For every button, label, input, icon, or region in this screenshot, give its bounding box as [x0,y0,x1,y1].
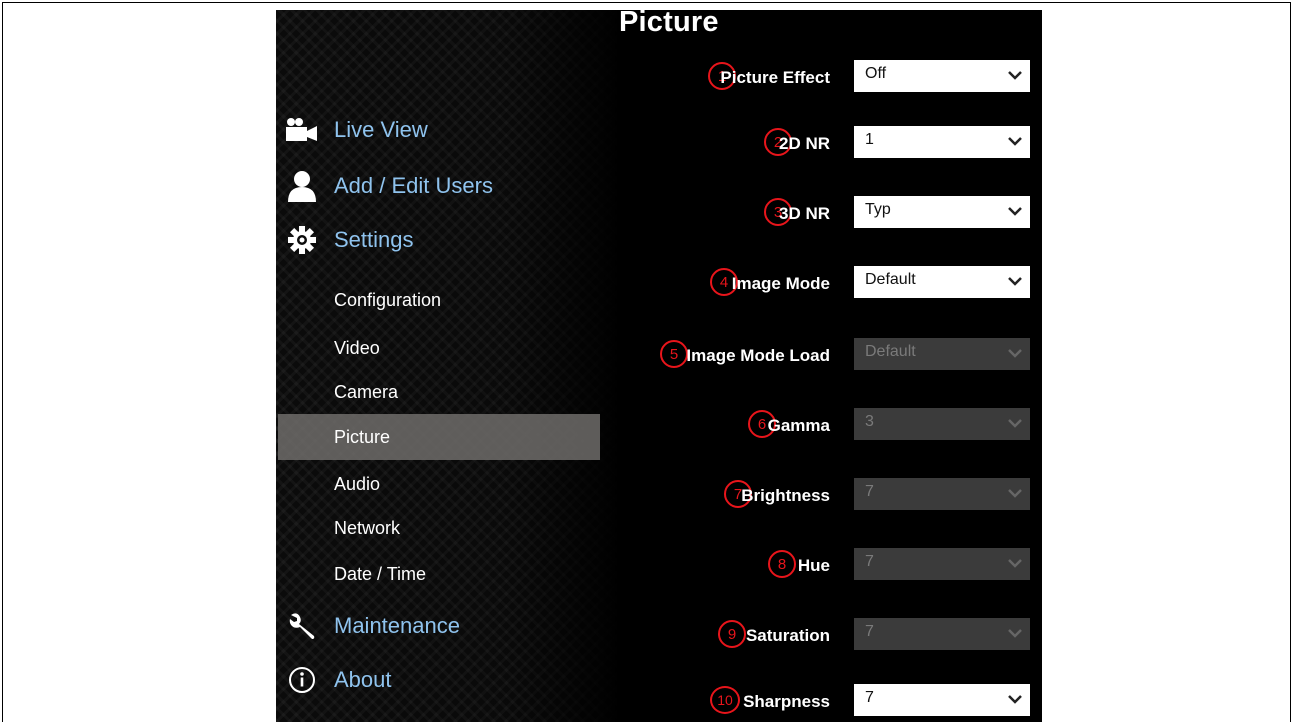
image-mode-load-select[interactable]: Default [854,338,1030,370]
field-saturation: 9 Saturation 7 [656,618,1036,654]
nav-network[interactable]: Network [278,506,600,550]
field-image-mode: 4 Image Mode Default [656,266,1036,302]
sharpness-select[interactable]: 7 [854,684,1030,716]
nav-label: Maintenance [334,613,460,638]
hue-select[interactable]: 7 [854,548,1030,580]
chevron-down-icon [1008,489,1022,498]
field-label: Picture Effect [720,68,830,87]
field-label: Gamma [767,416,830,435]
field-label: Sharpness [743,692,830,711]
image-mode-select[interactable]: Default [854,266,1030,298]
field-hue: 8 Hue 7 [656,548,1036,584]
nav-label: Live View [334,117,428,142]
2d-nr-select[interactable]: 1 [854,126,1030,158]
video-camera-icon [282,114,322,146]
nav-date-time[interactable]: Date / Time [278,552,600,596]
gear-icon [282,224,322,256]
nav-live-view[interactable]: Live View [276,114,428,146]
field-label: Saturation [745,626,830,645]
gamma-select[interactable]: 3 [854,408,1030,440]
chevron-down-icon [1008,629,1022,638]
chevron-down-icon [1008,71,1022,80]
picture-effect-select[interactable]: Off [854,60,1030,92]
nav-settings[interactable]: Settings [276,224,414,256]
field-label: 3D NR [778,204,830,223]
user-icon [282,170,322,202]
callout-badge: 10 [710,686,740,714]
info-icon [282,664,322,696]
nav-label: Add / Edit Users [334,173,493,198]
chevron-down-icon [1008,349,1022,358]
chevron-down-icon [1008,695,1022,704]
field-image-mode-load: 5 Image Mode Load Default [656,338,1036,374]
field-label: Hue [797,556,830,575]
page-title: Picture [619,10,719,38]
settings-panel: Picture Live View Add / Edit Users Setti… [276,10,1042,722]
field-3d-nr: 3 3D NR Typ [656,196,1036,232]
chevron-down-icon [1008,419,1022,428]
field-sharpness: 10 Sharpness 7 [656,684,1036,720]
nav-video[interactable]: Video [278,326,600,370]
nav-add-edit-users[interactable]: Add / Edit Users [276,170,493,202]
field-label: Image Mode Load [686,346,830,365]
chevron-down-icon [1008,277,1022,286]
nav-label: Settings [334,227,414,252]
brightness-select[interactable]: 7 [854,478,1030,510]
nav-camera[interactable]: Camera [278,370,600,414]
nav-maintenance[interactable]: Maintenance [276,610,460,642]
callout-badge: 8 [768,550,796,578]
nav-configuration[interactable]: Configuration [278,278,600,322]
nav-label: About [334,667,392,692]
saturation-select[interactable]: 7 [854,618,1030,650]
field-label: Brightness [741,486,830,505]
nav-picture[interactable]: Picture [278,414,600,460]
chevron-down-icon [1008,137,1022,146]
callout-badge: 9 [718,620,746,648]
nav-audio[interactable]: Audio [278,462,600,506]
field-2d-nr: 2 2D NR 1 [656,126,1036,162]
3d-nr-select[interactable]: Typ [854,196,1030,228]
field-brightness: 7 Brightness 7 [656,478,1036,514]
chevron-down-icon [1008,559,1022,568]
field-label: 2D NR [778,134,830,153]
wrench-icon [282,610,322,642]
callout-badge: 5 [660,340,688,368]
field-picture-effect: 1 Picture Effect Off [656,60,1036,96]
field-gamma: 6 Gamma 3 [656,408,1036,444]
chevron-down-icon [1008,207,1022,216]
nav-about[interactable]: About [276,664,392,696]
field-label: Image Mode [731,274,830,293]
